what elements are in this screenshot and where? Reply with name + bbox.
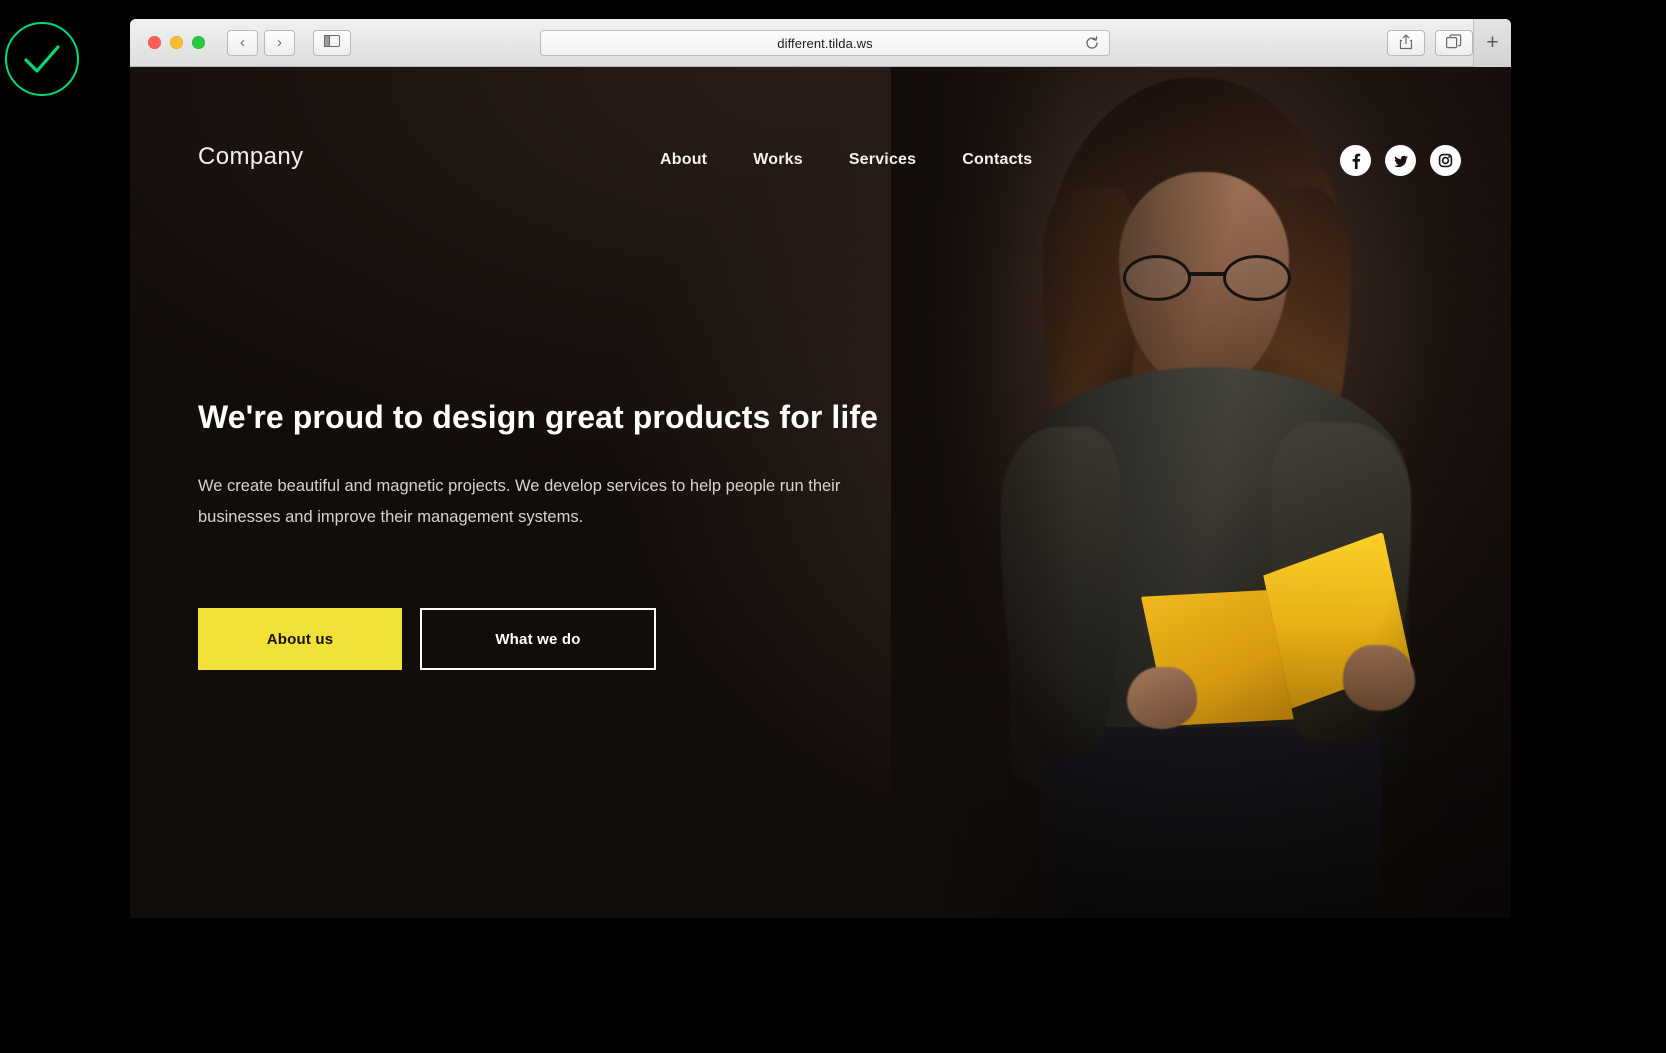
twitter-icon[interactable]: [1385, 145, 1416, 176]
close-window-button[interactable]: [148, 36, 161, 49]
what-we-do-button[interactable]: What we do: [420, 608, 656, 671]
toolbar-right-actions: [1387, 30, 1473, 56]
main-navigation: About Works Services Contacts: [660, 151, 1032, 169]
nav-item-works[interactable]: Works: [753, 151, 803, 169]
minimize-window-button[interactable]: [170, 36, 183, 49]
sidebar-toggle-button[interactable]: [313, 29, 351, 56]
show-tabs-button[interactable]: [1435, 30, 1473, 56]
browser-window: ‹ › different.tilda.ws + Company About W…: [130, 19, 1511, 918]
hero-cta-group: About us What we do: [198, 608, 888, 671]
browser-toolbar: ‹ › different.tilda.ws +: [130, 19, 1511, 67]
hero-heading: We're proud to design great products for…: [198, 399, 879, 435]
back-chevron-icon: ‹: [240, 34, 245, 51]
about-us-button[interactable]: About us: [198, 608, 402, 671]
zoom-window-button[interactable]: [192, 36, 205, 49]
forward-chevron-icon: ›: [277, 34, 282, 51]
plus-icon: +: [1486, 31, 1499, 54]
back-button[interactable]: ‹: [227, 29, 258, 56]
hero-paragraph: We create beautiful and magnetic project…: [198, 477, 841, 526]
webpage-viewport: Company About Works Services Contacts We…: [130, 67, 1511, 918]
window-controls: [148, 36, 205, 49]
address-bar[interactable]: different.tilda.ws: [540, 30, 1110, 56]
nav-item-services[interactable]: Services: [849, 151, 916, 169]
instagram-icon[interactable]: [1430, 145, 1461, 176]
nav-item-contacts[interactable]: Contacts: [962, 151, 1032, 169]
tabs-icon: [1446, 34, 1462, 52]
share-icon: [1399, 33, 1413, 53]
sidebar-icon: [324, 35, 340, 50]
hero-photo: [891, 67, 1511, 918]
new-tab-button[interactable]: +: [1473, 19, 1511, 67]
site-header: Company About Works Services Contacts: [130, 67, 1511, 177]
success-check-icon: [5, 22, 79, 96]
facebook-icon[interactable]: [1340, 145, 1371, 176]
hero-section: We're proud to design great products for…: [198, 397, 888, 671]
forward-button[interactable]: ›: [264, 29, 295, 56]
url-text: different.tilda.ws: [777, 35, 873, 51]
site-logo[interactable]: Company: [198, 143, 304, 171]
social-links: [1340, 145, 1461, 176]
reload-icon[interactable]: [1083, 34, 1101, 52]
navigation-buttons: ‹ ›: [227, 29, 295, 56]
share-button[interactable]: [1387, 30, 1425, 56]
nav-item-about[interactable]: About: [660, 151, 707, 169]
